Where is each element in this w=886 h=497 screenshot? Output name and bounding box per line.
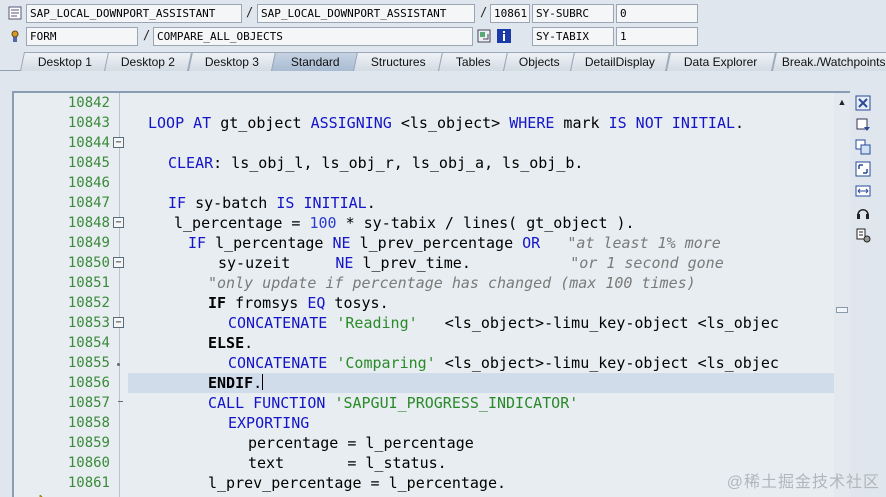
settings-icon[interactable] bbox=[855, 227, 871, 243]
desktop-tabstrip: Desktop 1 Desktop 2 Desktop 3 Standard S… bbox=[0, 51, 886, 71]
line-number: 10852 bbox=[67, 295, 110, 311]
line-number: 10846 bbox=[67, 175, 110, 191]
form-icon bbox=[8, 29, 22, 43]
line-number: 10857 bbox=[67, 395, 110, 411]
close-icon[interactable] bbox=[855, 95, 871, 111]
code-editor[interactable]: 10842 10843 10844 10845 10846 10847 10848 10849… bbox=[12, 91, 850, 497]
line-number: 10859 bbox=[67, 435, 110, 451]
code-line: IF sy-batch IS INITIAL. bbox=[168, 194, 376, 212]
code-line: sy-uzeit NE l_prev_time. "or 1 second go… bbox=[218, 254, 724, 272]
tab-structures[interactable]: Structures bbox=[352, 52, 444, 71]
code-line: IF l_percentage NE l_prev_percentage OR … bbox=[188, 234, 721, 252]
fold-toggle-icon[interactable]: − bbox=[113, 317, 124, 328]
code-line: percentage = l_percentage bbox=[248, 434, 474, 452]
dropdown-icon[interactable] bbox=[855, 117, 871, 133]
code-line: CONCATENATE 'Comparing' <ls_object>-limu… bbox=[228, 354, 779, 372]
code-line: text = l_status. bbox=[248, 454, 447, 472]
tab-breakpoints-watchpoints[interactable]: Break./Watchpoints bbox=[771, 52, 886, 71]
line-number: 10861 bbox=[67, 475, 110, 491]
fold-end-tick bbox=[118, 401, 123, 402]
scroll-up-icon[interactable]: ▲ bbox=[835, 96, 849, 108]
separator: / bbox=[246, 5, 254, 19]
code-line: ELSE. bbox=[208, 334, 254, 352]
line-number: 10844 bbox=[67, 135, 110, 151]
headset-icon[interactable] bbox=[855, 205, 871, 221]
navigate-icon[interactable] bbox=[477, 29, 491, 43]
main-program-field[interactable]: SAP_LOCAL_DOWNPORT_ASSISTANT bbox=[26, 4, 242, 23]
code-line: CALL FUNCTION 'SAPGUI_PROGRESS_INDICATOR… bbox=[208, 394, 579, 412]
code-line: l_prev_percentage = l_percentage. bbox=[208, 474, 507, 492]
fold-branch-dot bbox=[117, 363, 120, 366]
event-info-row: FORM / COMPARE_ALL_OBJECTS SY-TABIX 1 bbox=[0, 27, 886, 49]
copy-icon[interactable] bbox=[855, 139, 871, 155]
tab-tables[interactable]: Tables bbox=[437, 52, 509, 71]
line-number: 10845 bbox=[67, 155, 110, 171]
line-number-field[interactable]: 10861 bbox=[490, 4, 530, 23]
info-icon[interactable] bbox=[497, 29, 511, 43]
line-number: 10847 bbox=[67, 195, 110, 211]
variable-name-field-2[interactable]: SY-TABIX bbox=[532, 27, 614, 46]
event-type-field[interactable]: FORM bbox=[26, 27, 138, 46]
watermark-text: @稀土掘金技术社区 bbox=[726, 474, 880, 491]
line-number: 10851 bbox=[67, 275, 110, 291]
line-number-gutter: 10842 10843 10844 10845 10846 10847 10848 10849… bbox=[32, 93, 114, 497]
fold-toggle-icon[interactable]: − bbox=[113, 257, 124, 268]
variable-value-field[interactable]: 0 bbox=[616, 4, 698, 23]
line-number: 10855 bbox=[67, 355, 110, 371]
fullscreen-icon[interactable] bbox=[855, 161, 871, 177]
tab-detaildisplay[interactable]: DetailDisplay bbox=[569, 52, 671, 71]
fold-toggle-icon[interactable]: − bbox=[113, 217, 124, 228]
line-number: 10850 bbox=[67, 255, 110, 271]
variable-value-field-2[interactable]: 1 bbox=[616, 27, 698, 46]
code-line: EXPORTING bbox=[228, 414, 310, 432]
separator: / bbox=[480, 5, 488, 19]
abap-debugger-window: SAP_LOCAL_DOWNPORT_ASSISTANT / SAP_LOCAL… bbox=[0, 0, 886, 497]
line-number: 10848 bbox=[67, 215, 110, 231]
program-icon bbox=[8, 6, 22, 20]
include-program-field[interactable]: SAP_LOCAL_DOWNPORT_ASSISTANT bbox=[257, 4, 475, 23]
code-area[interactable]: LOOP AT gt_object ASSIGNING <ls_object> … bbox=[128, 93, 850, 497]
source-code-panel: 10842 10843 10844 10845 10846 10847 10848 10849… bbox=[0, 76, 886, 497]
code-line: LOOP AT gt_object ASSIGNING <ls_object> … bbox=[148, 114, 745, 132]
line-number: 10856 bbox=[67, 375, 110, 391]
program-info-row: SAP_LOCAL_DOWNPORT_ASSISTANT / SAP_LOCAL… bbox=[0, 4, 886, 26]
fold-gutter-line bbox=[119, 93, 120, 497]
code-line: l_percentage = 100 * sy-tabix / lines( g… bbox=[174, 214, 635, 232]
line-number: 10842 bbox=[67, 95, 110, 111]
tab-objects[interactable]: Objects bbox=[502, 52, 576, 71]
variable-name-field[interactable]: SY-SUBRC bbox=[532, 4, 614, 23]
separator: / bbox=[143, 28, 151, 42]
scrollbar-thumb[interactable] bbox=[836, 307, 848, 313]
code-line: CONCATENATE 'Reading' <ls_object>-limu_k… bbox=[228, 314, 779, 332]
line-number: 10860 bbox=[67, 455, 110, 471]
tab-data-explorer[interactable]: Data Explorer bbox=[665, 52, 777, 71]
split-icon[interactable] bbox=[855, 183, 871, 199]
code-line-current: ENDIF. bbox=[208, 374, 264, 392]
vertical-scrollbar[interactable]: ▲ bbox=[834, 93, 850, 497]
event-name-field[interactable]: COMPARE_ALL_OBJECTS bbox=[153, 27, 473, 46]
line-number: 10849 bbox=[67, 235, 110, 251]
editor-side-toolbar bbox=[852, 93, 874, 253]
tab-standard[interactable]: Standard bbox=[270, 52, 360, 71]
fold-toggle-icon[interactable]: − bbox=[113, 137, 124, 148]
text-cursor bbox=[262, 374, 264, 390]
tab-desktop-1[interactable]: Desktop 1 bbox=[19, 52, 111, 71]
code-line: CLEAR: ls_obj_l, ls_obj_r, ls_obj_a, ls_… bbox=[168, 154, 584, 172]
line-number: 10843 bbox=[67, 115, 110, 131]
code-line: "only update if percentage has changed (… bbox=[208, 274, 696, 292]
line-number: 10853 bbox=[67, 315, 110, 331]
tab-desktop-2[interactable]: Desktop 2 bbox=[103, 52, 193, 71]
code-line: IF fromsys EQ tosys. bbox=[208, 294, 389, 312]
tab-desktop-3[interactable]: Desktop 3 bbox=[187, 52, 277, 71]
line-number: 10854 bbox=[67, 335, 110, 351]
line-number: 10858 bbox=[67, 415, 110, 431]
